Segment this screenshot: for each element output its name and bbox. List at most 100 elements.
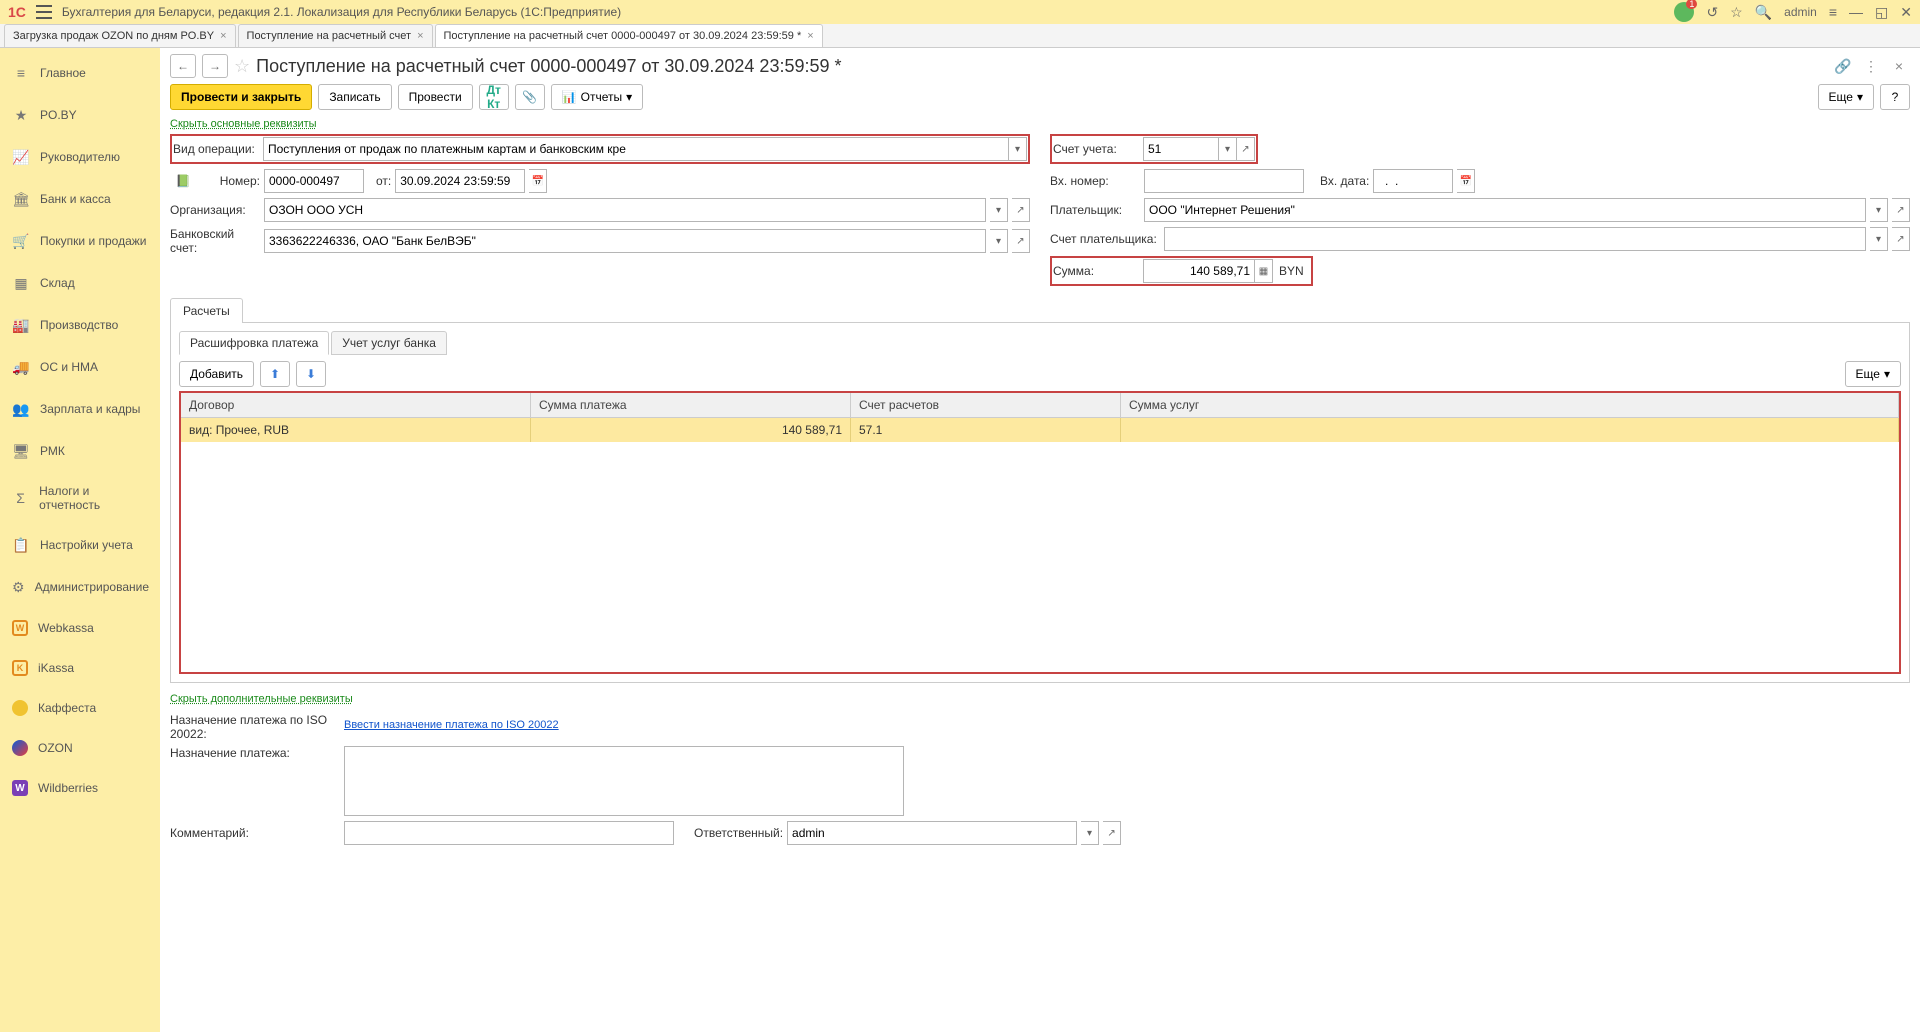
sidebar-item-webkassa[interactable]: WWebkassa [0, 608, 160, 648]
th-contract[interactable]: Договор [181, 393, 531, 417]
sidebar-item-sales[interactable]: 🛒Покупки и продажи [0, 220, 160, 262]
cell-contract[interactable]: вид: Прочее, RUB [181, 418, 531, 442]
date-field[interactable] [395, 169, 525, 193]
dropdown-icon[interactable]: ▾ [1009, 137, 1027, 161]
open-icon[interactable]: ↗ [1012, 198, 1030, 222]
tab-calculations[interactable]: Расчеты [170, 298, 243, 323]
sidebar-item-settings[interactable]: 📋Настройки учета [0, 524, 160, 566]
star-icon[interactable]: ☆ [1730, 4, 1743, 21]
settings-icon[interactable]: ≡ [1829, 4, 1837, 20]
subtab-breakdown[interactable]: Расшифровка платежа [179, 331, 329, 355]
open-icon[interactable]: ↗ [1237, 137, 1255, 161]
restore-icon[interactable]: ◱ [1875, 4, 1888, 21]
bank-field[interactable] [264, 229, 986, 253]
favorite-icon[interactable]: ☆ [234, 56, 250, 77]
sidebar-item-ikassa[interactable]: KiKassa [0, 648, 160, 688]
attach-button[interactable]: 📎 [515, 84, 545, 110]
minimize-icon[interactable]: — [1849, 4, 1863, 20]
sidebar-item-warehouse[interactable]: ▦Склад [0, 262, 160, 304]
doc-tab-0[interactable]: Загрузка продаж OZON по дням PO.BY× [4, 24, 236, 47]
dt-kt-button[interactable]: ДтКт [479, 84, 509, 110]
sum-field[interactable] [1143, 259, 1255, 283]
sidebar-item-production[interactable]: 🏭Производство [0, 304, 160, 346]
num-field[interactable] [264, 169, 364, 193]
payer-acct-field[interactable] [1164, 227, 1866, 251]
close-page-icon[interactable]: × [1888, 55, 1910, 77]
sidebar-item-kaffesta[interactable]: Каффеста [0, 688, 160, 728]
org-field[interactable] [264, 198, 986, 222]
add-button[interactable]: Добавить [179, 361, 254, 387]
acct-field[interactable] [1143, 137, 1219, 161]
th-amount[interactable]: Сумма платежа [531, 393, 851, 417]
reports-button[interactable]: 📊 Отчеты ▾ [551, 84, 643, 110]
open-icon[interactable]: ↗ [1103, 821, 1121, 845]
ext-num-field[interactable] [1144, 169, 1304, 193]
cell-acct[interactable]: 57.1 [851, 418, 1121, 442]
close-icon[interactable]: ✕ [1900, 4, 1912, 21]
post-and-close-button[interactable]: Провести и закрыть [170, 84, 312, 110]
close-icon[interactable]: × [417, 30, 423, 42]
move-down-button[interactable]: ⬇ [296, 361, 326, 387]
calendar-icon[interactable]: 📅 [1457, 169, 1475, 193]
dropdown-icon[interactable]: ▾ [990, 198, 1008, 222]
notification-icon[interactable]: 1 [1674, 2, 1694, 22]
more-button[interactable]: Еще ▾ [1818, 84, 1874, 110]
table-more-button[interactable]: Еще ▾ [1845, 361, 1901, 387]
dropdown-icon[interactable]: ▾ [1870, 227, 1888, 251]
resp-field[interactable] [787, 821, 1077, 845]
close-icon[interactable]: × [220, 30, 226, 42]
sidebar-item-assets[interactable]: 🚚ОС и НМА [0, 346, 160, 388]
calendar-icon[interactable]: 📅 [529, 169, 547, 193]
post-button[interactable]: Провести [398, 84, 473, 110]
sidebar-item-admin[interactable]: ⚙Администрирование [0, 566, 160, 608]
doc-tab-2[interactable]: Поступление на расчетный счет 0000-00049… [435, 24, 823, 47]
subtab-bank-services[interactable]: Учет услуг банка [331, 331, 447, 355]
sidebar-item-bank[interactable]: 🏛Банк и касса [0, 178, 160, 220]
th-acct[interactable]: Счет расчетов [851, 393, 1121, 417]
link-icon[interactable]: 🔗 [1832, 55, 1854, 77]
th-services[interactable]: Сумма услуг [1121, 393, 1899, 417]
open-icon[interactable]: ↗ [1892, 198, 1910, 222]
menu-icon[interactable] [36, 5, 52, 19]
doc-tab-1[interactable]: Поступление на расчетный счет× [238, 24, 433, 47]
dropdown-icon[interactable]: ▾ [1870, 198, 1888, 222]
open-icon[interactable]: ↗ [1012, 229, 1030, 253]
dropdown-icon[interactable]: ▾ [990, 229, 1008, 253]
hide-main-link[interactable]: Скрыть основные реквизиты [170, 118, 317, 130]
nav-back-button[interactable]: ← [170, 54, 196, 78]
sidebar-item-main[interactable]: ≡Главное [0, 52, 160, 94]
sidebar-item-ozon[interactable]: OZON [0, 728, 160, 768]
user-label[interactable]: admin [1784, 5, 1817, 19]
open-icon[interactable]: ↗ [1892, 227, 1910, 251]
calc-icon[interactable]: ▦ [1255, 259, 1273, 283]
op-type-field[interactable] [263, 137, 1009, 161]
comment-field[interactable] [344, 821, 674, 845]
search-icon[interactable]: 🔍 [1755, 4, 1772, 21]
cell-amount[interactable]: 140 589,71 [531, 418, 851, 442]
more-icon[interactable]: ⋮ [1860, 55, 1882, 77]
sidebar-item-rmk[interactable]: 🖥РМК [0, 430, 160, 472]
purpose-textarea[interactable] [344, 746, 904, 816]
iso-link[interactable]: Ввести назначение платежа по ISO 20022 [344, 719, 559, 731]
sidebar-item-tax[interactable]: ΣНалоги и отчетность [0, 472, 160, 524]
sidebar-item-poby[interactable]: ★PO.BY [0, 94, 160, 136]
nav-forward-button[interactable]: → [202, 54, 228, 78]
history-icon[interactable]: ↺ [1706, 4, 1718, 21]
acct-label: Счет учета: [1053, 142, 1143, 156]
sidebar-item-wildberries[interactable]: WWildberries [0, 768, 160, 808]
table-row[interactable]: вид: Прочее, RUB 140 589,71 57.1 [181, 418, 1899, 442]
dropdown-icon[interactable]: ▾ [1219, 137, 1237, 161]
dropdown-icon[interactable]: ▾ [1081, 821, 1099, 845]
sidebar-item-hr[interactable]: 👥Зарплата и кадры [0, 388, 160, 430]
rmk-icon: 🖥 [12, 442, 30, 460]
move-up-button[interactable]: ⬆ [260, 361, 290, 387]
payer-field[interactable] [1144, 198, 1866, 222]
write-button[interactable]: Записать [318, 84, 391, 110]
ext-date-field[interactable] [1373, 169, 1453, 193]
help-button[interactable]: ? [1880, 84, 1910, 110]
purpose-label: Назначение платежа: [170, 746, 340, 760]
sidebar-item-manager[interactable]: 📈Руководителю [0, 136, 160, 178]
cell-services[interactable] [1121, 418, 1899, 442]
close-icon[interactable]: × [807, 30, 813, 42]
hide-extra-link[interactable]: Скрыть дополнительные реквизиты [170, 693, 353, 705]
